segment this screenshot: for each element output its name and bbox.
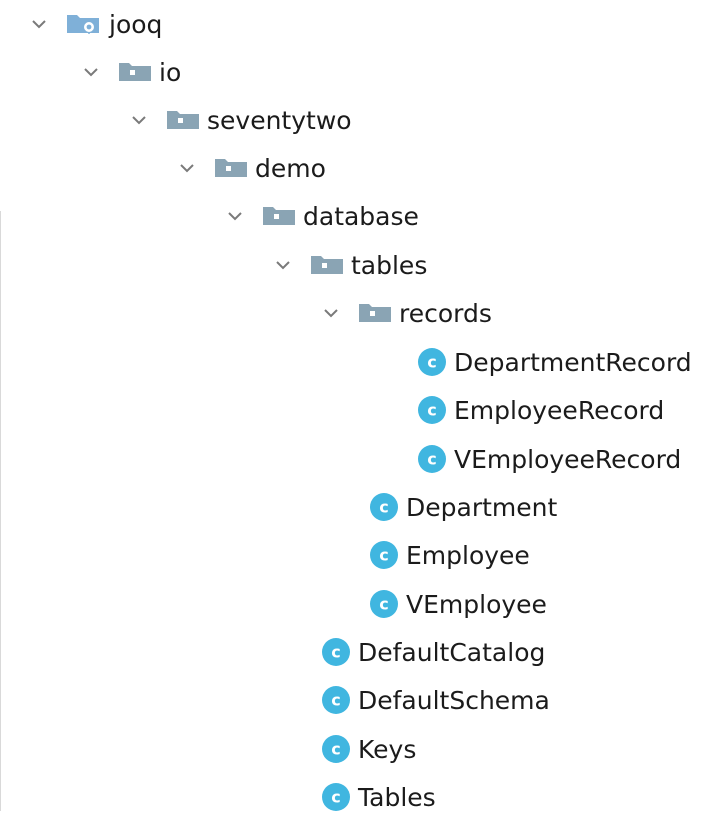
- class-c-icon: c: [320, 733, 352, 765]
- tree-node-label: demo: [255, 153, 326, 183]
- tree-node-label: Department: [406, 492, 558, 522]
- tree-node-default-catalog[interactable]: c DefaultCatalog: [320, 628, 545, 676]
- project-tree[interactable]: jooq io seventytwo demo database tables …: [0, 0, 725, 811]
- class-c-icon: c: [416, 394, 448, 426]
- tree-node-tables-class[interactable]: c Tables: [320, 773, 436, 821]
- class-c-icon: c: [368, 588, 400, 620]
- chevron-down-icon[interactable]: [224, 205, 246, 227]
- class-c-icon: c: [320, 636, 352, 668]
- tree-node-demo[interactable]: demo: [176, 144, 326, 192]
- tree-node-label: Keys: [358, 734, 417, 764]
- tree-node-label: jooq: [109, 9, 163, 39]
- chevron-down-icon[interactable]: [128, 109, 150, 131]
- svg-text:c: c: [331, 643, 340, 662]
- package-folder-icon: [165, 108, 203, 132]
- tree-node-label: DefaultSchema: [358, 685, 550, 715]
- tree-node-label: VEmployee: [406, 589, 547, 619]
- tree-node-employee-record[interactable]: c EmployeeRecord: [416, 386, 664, 434]
- tree-node-label: io: [159, 57, 182, 87]
- chevron-down-icon[interactable]: [28, 13, 50, 35]
- class-c-icon: c: [368, 491, 400, 523]
- class-c-icon: c: [320, 781, 352, 813]
- resource-folder-icon: [65, 12, 105, 36]
- svg-text:c: c: [427, 401, 436, 420]
- tree-node-label: Tables: [358, 782, 436, 812]
- chevron-down-icon[interactable]: [176, 157, 198, 179]
- tree-node-default-schema[interactable]: c DefaultSchema: [320, 676, 550, 724]
- tree-node-label: seventytwo: [207, 105, 352, 135]
- tree-node-jooq[interactable]: jooq: [28, 0, 162, 48]
- chevron-down-icon[interactable]: [272, 254, 294, 276]
- tree-node-database[interactable]: database: [224, 192, 419, 240]
- tree-node-tables-package[interactable]: tables: [272, 241, 427, 289]
- chevron-down-icon[interactable]: [320, 302, 342, 324]
- tree-node-vemployee[interactable]: c VEmployee: [368, 580, 547, 628]
- tree-node-keys[interactable]: c Keys: [320, 725, 416, 773]
- svg-text:c: c: [379, 546, 388, 565]
- package-folder-icon: [309, 253, 347, 277]
- package-folder-icon: [213, 156, 251, 180]
- tree-node-department[interactable]: c Department: [368, 483, 557, 531]
- tree-node-label: EmployeeRecord: [454, 395, 665, 425]
- class-c-icon: c: [320, 684, 352, 716]
- tree-node-records[interactable]: records: [320, 289, 492, 337]
- tree-node-label: records: [399, 298, 492, 328]
- tree-node-label: DepartmentRecord: [454, 347, 692, 377]
- tree-node-employee[interactable]: c Employee: [368, 531, 530, 579]
- svg-text:c: c: [379, 498, 388, 517]
- tree-node-label: VEmployeeRecord: [454, 444, 682, 474]
- svg-text:c: c: [331, 691, 340, 710]
- svg-text:c: c: [379, 595, 388, 614]
- svg-text:c: c: [331, 788, 340, 807]
- svg-text:c: c: [427, 450, 436, 469]
- class-c-icon: c: [416, 443, 448, 475]
- tree-node-label: tables: [351, 250, 428, 280]
- tree-node-label: database: [303, 201, 419, 231]
- package-folder-icon: [117, 60, 155, 84]
- svg-text:c: c: [331, 740, 340, 759]
- svg-text:c: c: [427, 353, 436, 372]
- package-folder-icon: [357, 301, 395, 325]
- package-folder-icon: [261, 204, 299, 228]
- class-c-icon: c: [368, 539, 400, 571]
- tree-node-io[interactable]: io: [80, 48, 181, 96]
- chevron-down-icon[interactable]: [80, 61, 102, 83]
- tree-node-label: DefaultCatalog: [358, 637, 546, 667]
- tree-node-department-record[interactable]: c DepartmentRecord: [416, 338, 692, 386]
- tree-node-seventytwo[interactable]: seventytwo: [128, 96, 352, 144]
- class-c-icon: c: [416, 346, 448, 378]
- tree-node-label: Employee: [406, 540, 530, 570]
- tree-node-vemployee-record[interactable]: c VEmployeeRecord: [416, 435, 681, 483]
